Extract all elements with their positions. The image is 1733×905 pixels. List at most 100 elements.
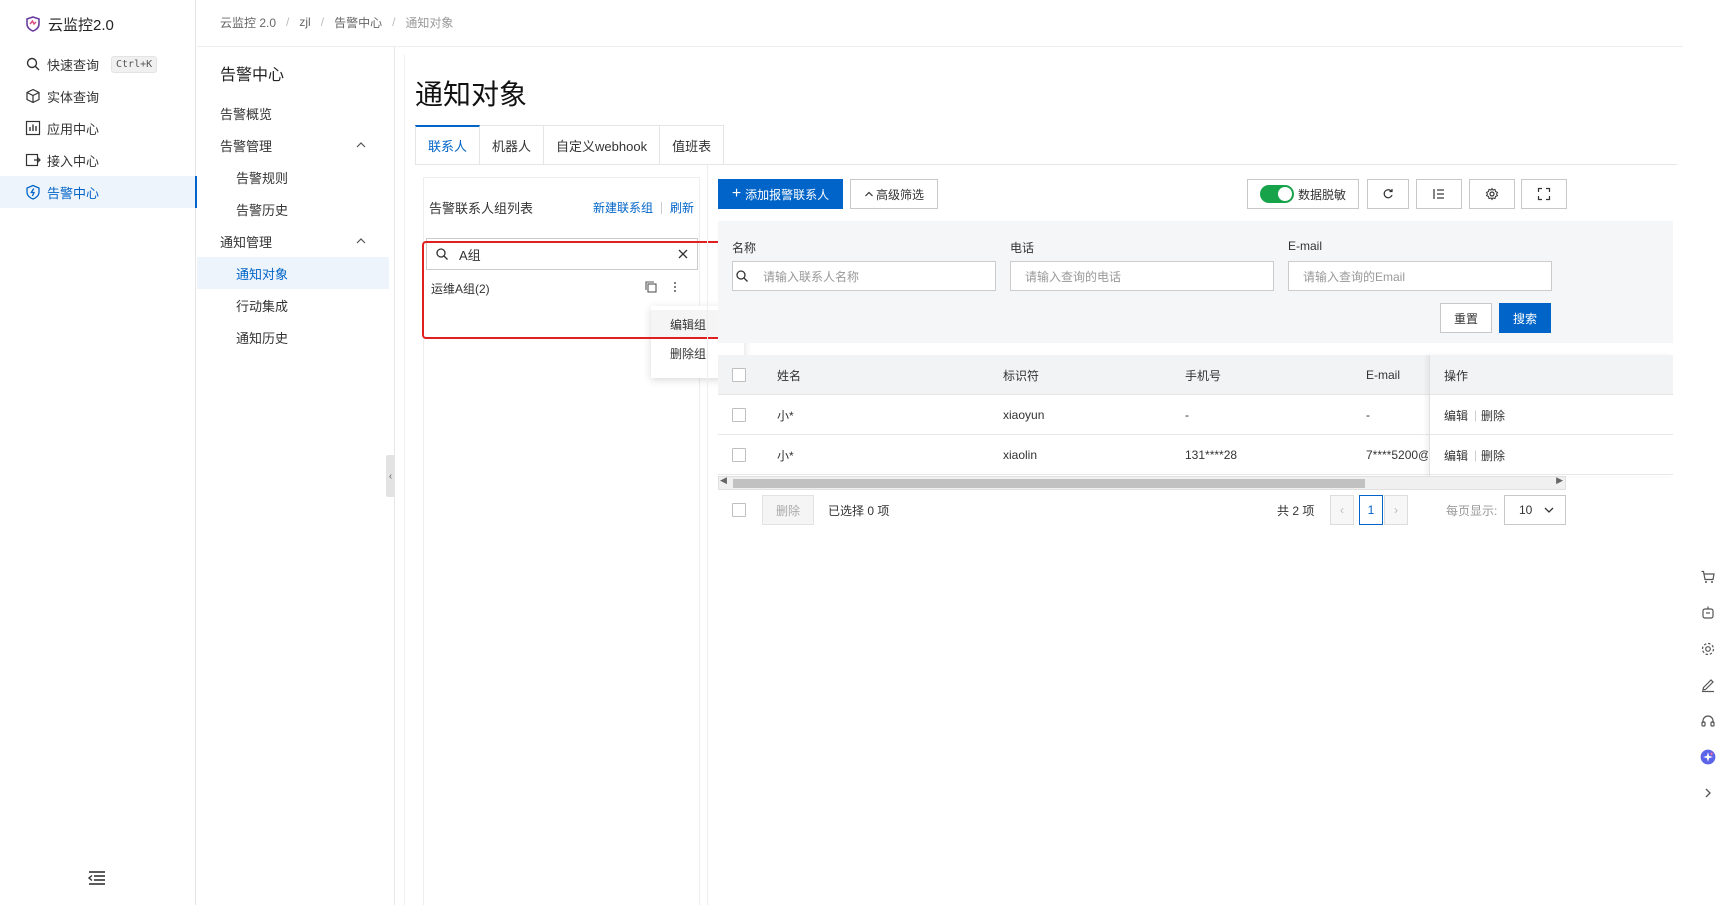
nav-alarm-center[interactable]: 告警中心 bbox=[0, 176, 197, 208]
cell-email: - bbox=[1366, 408, 1370, 422]
breadcrumb-item[interactable]: 云监控 2.0 bbox=[220, 14, 276, 31]
toggle-switch[interactable] bbox=[1259, 185, 1294, 203]
footer-select-cell bbox=[732, 495, 746, 525]
sidebar-item-label: 告警管理 bbox=[220, 138, 273, 154]
cart-button[interactable] bbox=[1694, 563, 1722, 591]
list-icon bbox=[1433, 189, 1444, 199]
tab-contacts[interactable]: 联系人 bbox=[415, 125, 481, 165]
support-button[interactable] bbox=[1694, 707, 1722, 735]
next-page-button[interactable]: › bbox=[1384, 495, 1408, 525]
fullscreen-button[interactable] bbox=[1521, 179, 1567, 209]
refresh-link[interactable]: 刷新 bbox=[670, 199, 694, 216]
scroll-left-icon[interactable]: ◀ bbox=[720, 475, 727, 486]
select-all-checkbox[interactable] bbox=[732, 368, 746, 382]
advanced-filter-panel: 名称 请输入联系人名称 电话 请输入查询的电话 E-mail 请输入查询的Ema… bbox=[718, 221, 1673, 343]
nav-quick-search[interactable]: 快速查询 Ctrl+K bbox=[0, 48, 196, 80]
edit-contact-link[interactable]: 编辑 bbox=[1444, 395, 1468, 435]
robot-button[interactable] bbox=[1694, 599, 1722, 627]
alarm-center-nav: 告警概览 告警管理 告警规则 告警历史 通知管理 通知对象 行动集成 通知历史 bbox=[197, 97, 389, 353]
cell-identifier: xiaoyun bbox=[1003, 408, 1045, 422]
footer-select-all-checkbox[interactable] bbox=[732, 503, 746, 517]
phone-filter-input[interactable]: 请输入查询的电话 bbox=[1010, 261, 1274, 291]
sidebar-item-alarm-history[interactable]: 告警历史 bbox=[197, 193, 389, 225]
page-number-button[interactable]: 1 bbox=[1359, 495, 1383, 525]
tab-custom-webhook[interactable]: 自定义webhook bbox=[544, 125, 661, 165]
tab-duty-schedule[interactable]: 值班表 bbox=[660, 125, 725, 165]
sparkle-icon bbox=[1700, 749, 1716, 765]
sidebar-group-notify-management[interactable]: 通知管理 bbox=[197, 225, 389, 257]
delete-contact-link[interactable]: 删除 bbox=[1481, 395, 1505, 435]
global-nav: 快速查询 Ctrl+K 实体查询 应用中心 接入中心 告警中心 bbox=[0, 48, 197, 208]
tab-robots[interactable]: 机器人 bbox=[480, 125, 545, 165]
search-button[interactable]: 搜索 bbox=[1499, 303, 1551, 333]
scrollbar-thumb[interactable] bbox=[733, 479, 1365, 488]
column-settings-button[interactable] bbox=[1416, 179, 1462, 209]
divider: | bbox=[1474, 408, 1478, 422]
refresh-button[interactable] bbox=[1367, 179, 1409, 209]
row-select-cell bbox=[732, 435, 746, 475]
horizontal-scrollbar[interactable]: ◀ ▶ bbox=[718, 475, 1566, 490]
expand-float-button[interactable] bbox=[1694, 779, 1722, 807]
sidebar-item-label: 告警概览 bbox=[220, 106, 273, 122]
collapse-menu-icon[interactable] bbox=[86, 869, 108, 887]
nav-access-center[interactable]: 接入中心 bbox=[0, 144, 196, 176]
row-checkbox[interactable] bbox=[732, 448, 746, 462]
sidebar-item-action-integration[interactable]: 行动集成 bbox=[197, 289, 389, 321]
settings-float-button[interactable] bbox=[1694, 635, 1722, 663]
nav-entity-query[interactable]: 实体查询 bbox=[0, 80, 196, 112]
search-icon bbox=[436, 248, 448, 260]
column-header-phone: 手机号 bbox=[1185, 368, 1222, 383]
delete-contact-link[interactable]: 删除 bbox=[1481, 435, 1505, 475]
advanced-filter-button[interactable]: 高级筛选 bbox=[850, 179, 938, 209]
email-filter-input[interactable]: 请输入查询的Email bbox=[1288, 261, 1552, 291]
cell-phone: - bbox=[1185, 408, 1189, 422]
input-placeholder: 请输入查询的电话 bbox=[1025, 269, 1122, 284]
nav-app-center[interactable]: 应用中心 bbox=[0, 112, 196, 144]
brand-name: 云监控2.0 bbox=[48, 16, 114, 34]
prev-page-button[interactable]: ‹ bbox=[1330, 495, 1354, 525]
scroll-right-icon[interactable]: ▶ bbox=[1556, 475, 1563, 486]
plus-icon: + bbox=[731, 185, 742, 202]
divider bbox=[660, 201, 662, 214]
settings-button[interactable] bbox=[1469, 179, 1515, 209]
new-group-link[interactable]: 新建联系组 bbox=[593, 199, 653, 216]
chevron-down-icon bbox=[1544, 507, 1554, 513]
edit-float-button[interactable] bbox=[1694, 671, 1722, 699]
sidebar-group-alarm-management[interactable]: 告警管理 bbox=[197, 129, 389, 161]
sidebar-item-alarm-overview[interactable]: 告警概览 bbox=[197, 97, 389, 129]
data-masking-toggle[interactable]: 数据脱敏 bbox=[1247, 179, 1359, 209]
reset-button[interactable]: 重置 bbox=[1440, 303, 1492, 333]
gear-icon bbox=[1701, 642, 1715, 656]
nav-label: 接入中心 bbox=[47, 153, 100, 169]
name-filter-label: 名称 bbox=[732, 241, 757, 255]
cell-name: 小* bbox=[777, 448, 794, 463]
add-contact-button[interactable]: + 添加报警联系人 bbox=[718, 179, 843, 209]
brand[interactable]: 云监控2.0 bbox=[24, 12, 114, 36]
pencil-icon bbox=[1702, 679, 1714, 693]
sidebar-item-notify-history[interactable]: 通知历史 bbox=[197, 321, 389, 353]
sidebar-item-label: 通知历史 bbox=[236, 330, 289, 346]
edit-contact-link[interactable]: 编辑 bbox=[1444, 435, 1468, 475]
more-vertical-icon[interactable] bbox=[672, 280, 678, 294]
breadcrumb: 云监控 2.0 / zjl / 告警中心 / 通知对象 bbox=[220, 12, 453, 32]
name-filter-input[interactable]: 请输入联系人名称 bbox=[732, 261, 996, 291]
breadcrumb-separator: / bbox=[320, 15, 325, 29]
sidebar-collapse-handle[interactable]: ‹ bbox=[386, 455, 395, 497]
group-list-item[interactable]: 运维A组(2) bbox=[426, 274, 698, 302]
breadcrumb-item[interactable]: 告警中心 bbox=[334, 14, 382, 31]
group-search-input[interactable] bbox=[459, 246, 667, 262]
row-checkbox[interactable] bbox=[732, 408, 746, 422]
sidebar-item-notify-objects[interactable]: 通知对象 bbox=[197, 257, 389, 289]
group-list-title: 告警联系人组列表 bbox=[429, 201, 534, 216]
chart-icon bbox=[25, 120, 41, 136]
clear-icon[interactable] bbox=[677, 248, 689, 260]
copy-icon[interactable] bbox=[644, 280, 658, 294]
bulk-delete-button[interactable]: 删除 bbox=[762, 495, 814, 525]
divider: | bbox=[1474, 448, 1478, 462]
page-size-select[interactable]: 10 bbox=[1504, 495, 1566, 525]
breadcrumb-item[interactable]: zjl bbox=[299, 15, 310, 29]
ai-assistant-button[interactable] bbox=[1694, 743, 1722, 771]
contacts-table: 姓名 标识符 手机号 E-mail 操作 小* xiaoyun - - 编辑 |… bbox=[718, 355, 1673, 490]
robot-icon bbox=[1702, 606, 1714, 619]
sidebar-item-alarm-rules[interactable]: 告警规则 bbox=[197, 161, 389, 193]
